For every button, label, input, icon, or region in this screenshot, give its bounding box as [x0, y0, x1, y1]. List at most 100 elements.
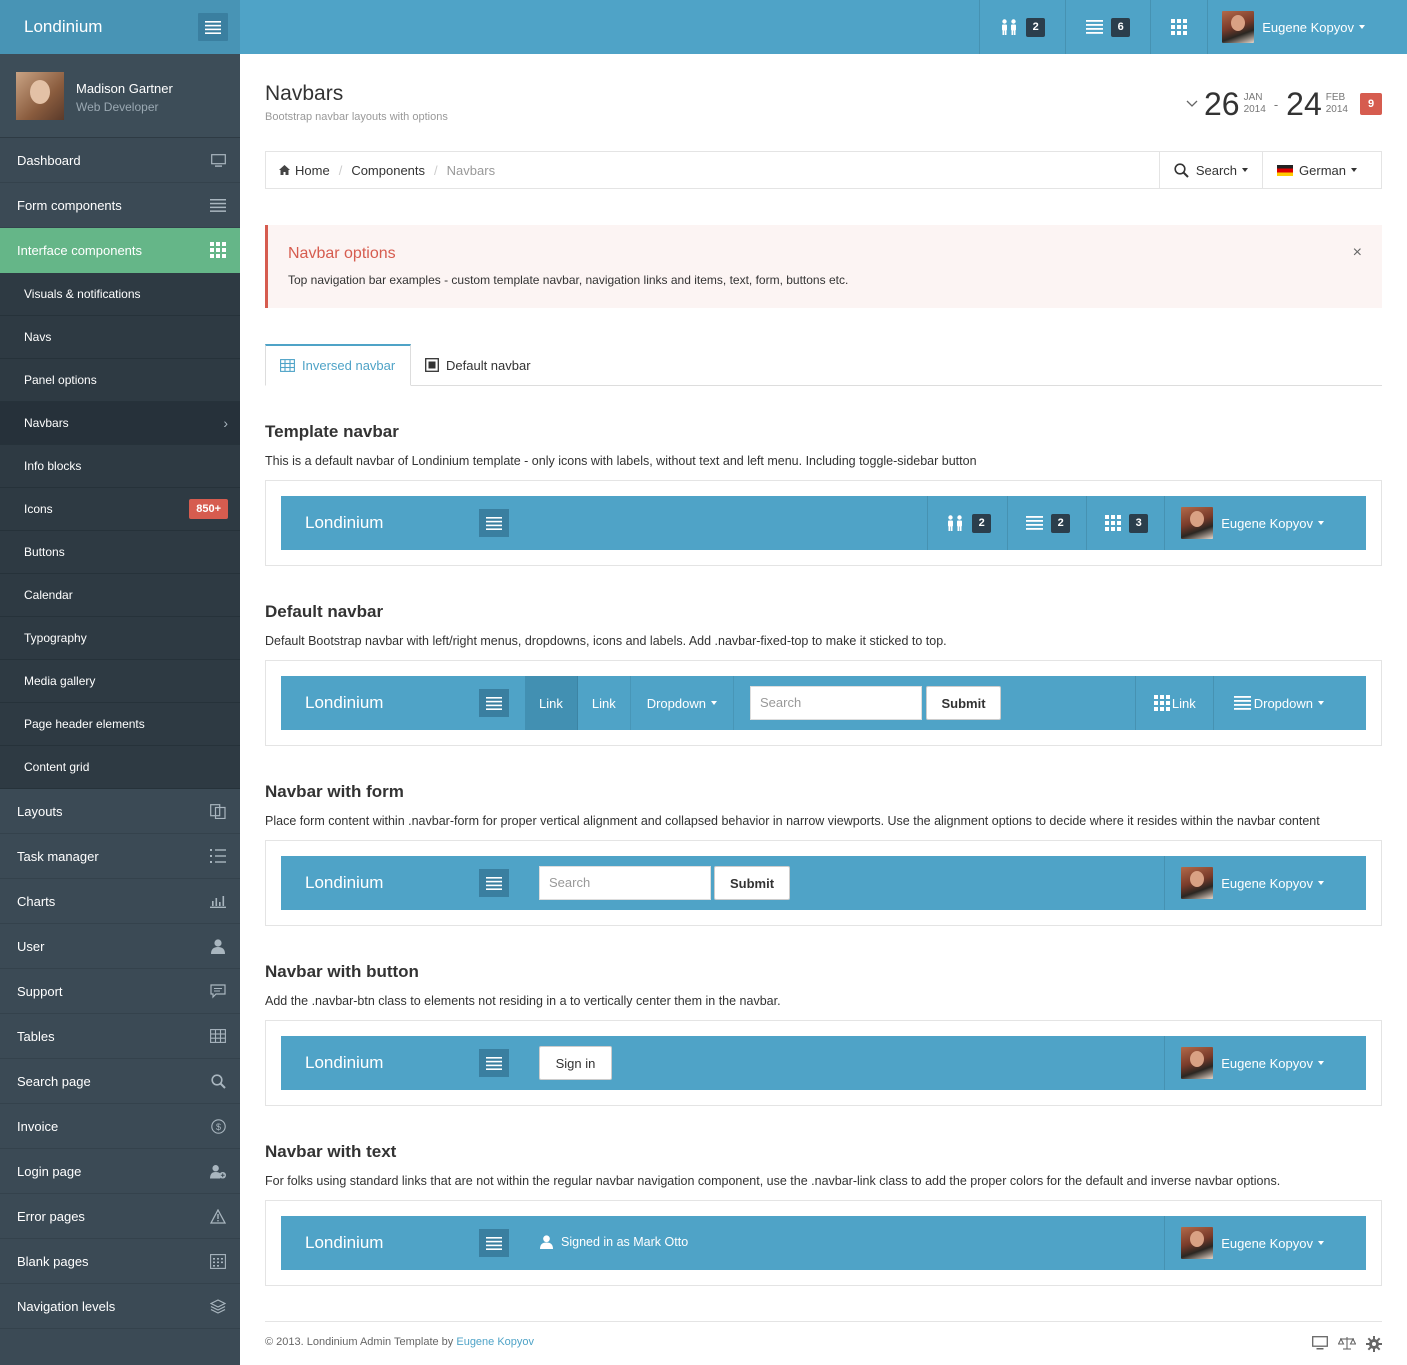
sidebar-item-navigation-levels[interactable]: Navigation levels: [0, 1284, 240, 1329]
search-dropdown[interactable]: Search: [1158, 152, 1262, 188]
sidebar-item-label: Charts: [17, 893, 56, 909]
sidebar-subitem-buttons[interactable]: Buttons: [0, 531, 240, 574]
sidebar-subitem-media-gallery[interactable]: Media gallery: [0, 660, 240, 703]
date-range-picker[interactable]: 26 JAN 2014 - 24 FEB 2014 9: [1186, 86, 1382, 122]
footer-copyright: © 2013. Londinium Admin Template by Euge…: [265, 1336, 534, 1348]
navbar-brand[interactable]: Londinium: [305, 693, 383, 713]
sidebar-subitem-calendar[interactable]: Calendar: [0, 574, 240, 617]
sidebar-item-label: Error pages: [17, 1208, 85, 1224]
navbar: Londinium Sign in Eugene Kopyov: [281, 1036, 1366, 1090]
balance-scale-icon[interactable]: [1338, 1336, 1356, 1350]
sidebar-subitem-visuals[interactable]: Visuals & notifications: [0, 273, 240, 316]
sidebar-subitem-label: Calendar: [24, 588, 73, 602]
author-link[interactable]: Eugene Kopyov: [456, 1336, 534, 1348]
avatar: [1181, 867, 1214, 899]
tab-label: Default navbar: [446, 357, 531, 373]
sidebar-toggle-button[interactable]: [479, 869, 509, 897]
close-icon[interactable]: ×: [1353, 244, 1362, 262]
user-menu[interactable]: Eugene Kopyov: [1164, 1216, 1340, 1270]
sidebar-subitem-typography[interactable]: Typography: [0, 617, 240, 660]
breadcrumb-current: Navbars: [446, 162, 496, 178]
apps-menu[interactable]: [1150, 0, 1207, 54]
navbar-right-dropdown[interactable]: Dropdown: [1212, 676, 1340, 730]
count-badge: 3: [1129, 513, 1149, 533]
navbar-brand[interactable]: Londinium: [305, 873, 383, 893]
sidebar-item-search-page[interactable]: Search page: [0, 1059, 240, 1104]
date-separator: -: [1273, 96, 1279, 112]
sidebar-subitem-icons[interactable]: Icons 850+: [0, 488, 240, 531]
breadcrumb-components[interactable]: Components: [351, 163, 425, 178]
sidebar-item-interface-components[interactable]: Interface components: [0, 228, 240, 273]
messages-menu[interactable]: 6: [1065, 0, 1150, 54]
top-navbar: Londinium 2 6 Eugene Kopyov: [0, 0, 1407, 54]
navbar-link[interactable]: Link: [578, 676, 631, 730]
sidebar-subitem-info-blocks[interactable]: Info blocks: [0, 445, 240, 488]
sidebar-subitem-page-header[interactable]: Page header elements: [0, 703, 240, 746]
gear-icon[interactable]: [1366, 1336, 1382, 1352]
navbar-brand[interactable]: Londinium: [305, 513, 383, 533]
sidebar-subitem-content-grid[interactable]: Content grid: [0, 746, 240, 789]
breadcrumb-home[interactable]: Home: [295, 163, 330, 178]
sidebar-item-task-manager[interactable]: Task manager: [0, 834, 240, 879]
sidebar-subitem-navs[interactable]: Navs: [0, 316, 240, 359]
sidebar-item-invoice[interactable]: Invoice $: [0, 1104, 240, 1149]
submit-button[interactable]: Submit: [926, 686, 1001, 720]
caret-down-icon: [1318, 521, 1324, 525]
user-menu[interactable]: Eugene Kopyov: [1164, 856, 1340, 910]
sidebar-item-support[interactable]: Support: [0, 969, 240, 1014]
sidebar-item-form-components[interactable]: Form components: [0, 183, 240, 228]
submit-button[interactable]: Submit: [714, 866, 790, 900]
navbar-right: Eugene Kopyov: [1164, 1036, 1340, 1090]
sidebar-item-error-pages[interactable]: Error pages: [0, 1194, 240, 1239]
sign-in-button[interactable]: Sign in: [539, 1046, 612, 1080]
navbar-brand[interactable]: Londinium: [305, 1053, 383, 1073]
brand-area: Londinium: [0, 0, 240, 54]
navbar-tabs: Inversed navbar Default navbar: [265, 344, 1382, 386]
list-icon: [486, 1056, 502, 1070]
users-menu[interactable]: 2: [979, 0, 1065, 54]
date-from-month-year: JAN 2014: [1244, 92, 1266, 116]
monitor-icon[interactable]: [1312, 1336, 1328, 1350]
sidebar-item-dashboard[interactable]: Dashboard: [0, 138, 240, 183]
sidebar-item-label: Tables: [17, 1028, 55, 1044]
sidebar-subitem-label: Info blocks: [24, 459, 82, 473]
sidebar-toggle-button[interactable]: [198, 13, 228, 41]
stack-icon: [210, 1298, 226, 1314]
list-icon: [1086, 20, 1104, 34]
user-menu[interactable]: Eugene Kopyov: [1164, 496, 1340, 550]
navbar-right-link[interactable]: Link: [1134, 676, 1213, 730]
users-menu[interactable]: 2: [927, 496, 1007, 550]
sidebar-item-user[interactable]: User: [0, 924, 240, 969]
search-input[interactable]: Search: [750, 686, 922, 720]
language-dropdown[interactable]: German: [1262, 152, 1381, 188]
sidebar-item-login-page[interactable]: Login page: [0, 1149, 240, 1194]
tab-default-navbar[interactable]: Default navbar: [425, 344, 531, 386]
sidebar-subitem-panel-options[interactable]: Panel options: [0, 359, 240, 402]
grid-icon: [210, 242, 226, 258]
sidebar-item-layouts[interactable]: Layouts: [0, 789, 240, 834]
sidebar-item-tables[interactable]: Tables: [0, 1014, 240, 1059]
sidebar-toggle-button[interactable]: [479, 1229, 509, 1257]
navbar-brand[interactable]: Londinium: [305, 1233, 383, 1253]
messages-menu[interactable]: 2: [1007, 496, 1086, 550]
sidebar-profile[interactable]: Madison Gartner Web Developer: [0, 54, 240, 138]
sidebar-toggle-button[interactable]: [479, 509, 509, 537]
brand-logo[interactable]: Londinium: [24, 17, 102, 37]
sidebar-subitem-label: Visuals & notifications: [24, 287, 141, 301]
search-input[interactable]: Search: [539, 866, 711, 900]
tab-inversed-navbar[interactable]: Inversed navbar: [265, 344, 411, 386]
sidebar-item-charts[interactable]: Charts: [0, 879, 240, 924]
navbar-link-active[interactable]: Link: [525, 676, 578, 730]
user-menu[interactable]: Eugene Kopyov: [1207, 0, 1381, 54]
table-icon: [280, 359, 295, 372]
calendar-icon: [210, 1253, 226, 1269]
sidebar-subitem-navbars[interactable]: Navbars ›: [0, 402, 240, 445]
apps-menu[interactable]: 3: [1086, 496, 1164, 550]
user-menu[interactable]: Eugene Kopyov: [1164, 1036, 1340, 1090]
tab-label: Inversed navbar: [302, 358, 396, 373]
sidebar-item-blank-pages[interactable]: Blank pages: [0, 1239, 240, 1284]
sidebar-toggle-button[interactable]: [479, 689, 509, 717]
date-from-day: 26: [1203, 85, 1240, 122]
navbar-dropdown[interactable]: Dropdown: [631, 676, 734, 730]
sidebar-toggle-button[interactable]: [479, 1049, 509, 1077]
